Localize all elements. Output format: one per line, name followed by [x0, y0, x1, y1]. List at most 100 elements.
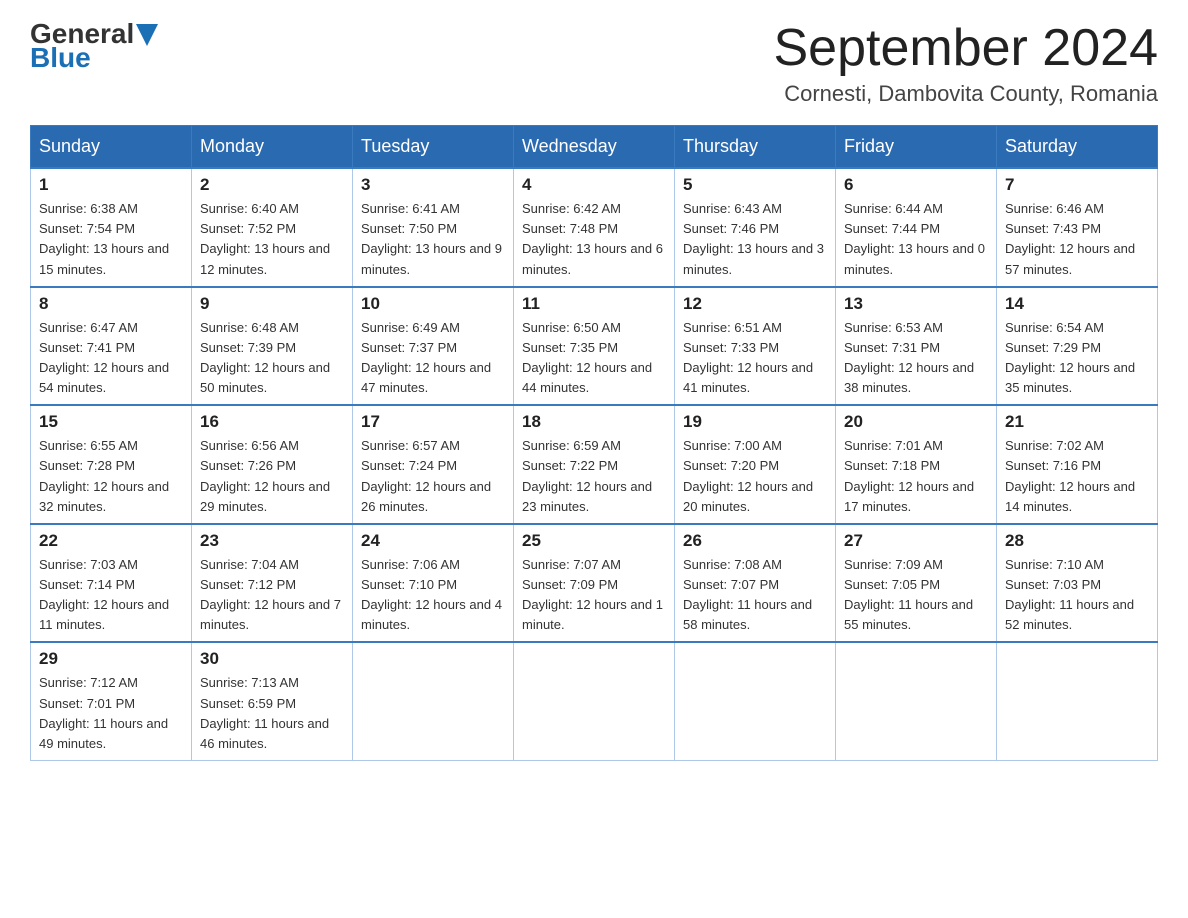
day-info: Sunrise: 6:47 AMSunset: 7:41 PMDaylight:…	[39, 318, 183, 399]
day-number: 5	[683, 175, 827, 195]
day-info: Sunrise: 7:04 AMSunset: 7:12 PMDaylight:…	[200, 555, 344, 636]
day-number: 16	[200, 412, 344, 432]
calendar-cell: 13 Sunrise: 6:53 AMSunset: 7:31 PMDayligh…	[836, 287, 997, 406]
calendar-cell: 1 Sunrise: 6:38 AMSunset: 7:54 PMDaylight…	[31, 168, 192, 287]
calendar-cell: 7 Sunrise: 6:46 AMSunset: 7:43 PMDaylight…	[997, 168, 1158, 287]
day-number: 24	[361, 531, 505, 551]
weekday-header-saturday: Saturday	[997, 126, 1158, 169]
week-row-5: 29 Sunrise: 7:12 AMSunset: 7:01 PMDayligh…	[31, 642, 1158, 760]
day-info: Sunrise: 6:51 AMSunset: 7:33 PMDaylight:…	[683, 318, 827, 399]
day-info: Sunrise: 7:03 AMSunset: 7:14 PMDaylight:…	[39, 555, 183, 636]
calendar-cell: 3Sunrise: 6:41 AMSunset: 7:50 PMDaylight…	[353, 168, 514, 287]
day-number: 19	[683, 412, 827, 432]
day-number: 13	[844, 294, 988, 314]
day-number: 29	[39, 649, 183, 669]
day-info: Sunrise: 6:53 AMSunset: 7:31 PMDaylight:…	[844, 318, 988, 399]
day-number: 18	[522, 412, 666, 432]
calendar-cell: 30 Sunrise: 7:13 AMSunset: 6:59 PMDayligh…	[192, 642, 353, 760]
calendar-cell: 28 Sunrise: 7:10 AMSunset: 7:03 PMDayligh…	[997, 524, 1158, 643]
day-number: 11	[522, 294, 666, 314]
calendar-cell	[353, 642, 514, 760]
day-number: 27	[844, 531, 988, 551]
day-info: Sunrise: 6:48 AMSunset: 7:39 PMDaylight:…	[200, 318, 344, 399]
day-number: 23	[200, 531, 344, 551]
day-number: 3	[361, 175, 505, 195]
day-info: Sunrise: 6:46 AMSunset: 7:43 PMDaylight:…	[1005, 199, 1149, 280]
day-number: 20	[844, 412, 988, 432]
day-info: Sunrise: 7:07 AMSunset: 7:09 PMDaylight:…	[522, 555, 666, 636]
calendar-cell: 12 Sunrise: 6:51 AMSunset: 7:33 PMDayligh…	[675, 287, 836, 406]
day-info: Sunrise: 6:49 AMSunset: 7:37 PMDaylight:…	[361, 318, 505, 399]
calendar-table: SundayMondayTuesdayWednesdayThursdayFrid…	[30, 125, 1158, 761]
week-row-4: 22 Sunrise: 7:03 AMSunset: 7:14 PMDayligh…	[31, 524, 1158, 643]
location-text: Cornesti, Dambovita County, Romania	[774, 81, 1159, 107]
calendar-cell: 14Sunrise: 6:54 AMSunset: 7:29 PMDayligh…	[997, 287, 1158, 406]
calendar-cell	[836, 642, 997, 760]
day-info: Sunrise: 6:38 AMSunset: 7:54 PMDaylight:…	[39, 199, 183, 280]
calendar-cell	[997, 642, 1158, 760]
week-row-1: 1 Sunrise: 6:38 AMSunset: 7:54 PMDaylight…	[31, 168, 1158, 287]
day-number: 7	[1005, 175, 1149, 195]
calendar-cell: 29 Sunrise: 7:12 AMSunset: 7:01 PMDayligh…	[31, 642, 192, 760]
calendar-cell: 21 Sunrise: 7:02 AMSunset: 7:16 PMDayligh…	[997, 405, 1158, 524]
weekday-header-wednesday: Wednesday	[514, 126, 675, 169]
day-info: Sunrise: 6:44 AMSunset: 7:44 PMDaylight:…	[844, 199, 988, 280]
month-title: September 2024	[774, 20, 1159, 77]
day-number: 8	[39, 294, 183, 314]
day-info: Sunrise: 7:08 AMSunset: 7:07 PMDaylight:…	[683, 555, 827, 636]
day-info: Sunrise: 7:06 AMSunset: 7:10 PMDaylight:…	[361, 555, 505, 636]
day-number: 15	[39, 412, 183, 432]
logo-blue-text: Blue	[30, 44, 91, 72]
day-number: 28	[1005, 531, 1149, 551]
day-number: 14	[1005, 294, 1149, 314]
logo: General Blue	[30, 20, 158, 72]
calendar-cell: 22 Sunrise: 7:03 AMSunset: 7:14 PMDayligh…	[31, 524, 192, 643]
day-number: 9	[200, 294, 344, 314]
calendar-cell: 11 Sunrise: 6:50 AMSunset: 7:35 PMDayligh…	[514, 287, 675, 406]
day-info: Sunrise: 6:40 AMSunset: 7:52 PMDaylight:…	[200, 199, 344, 280]
calendar-cell: 23 Sunrise: 7:04 AMSunset: 7:12 PMDayligh…	[192, 524, 353, 643]
calendar-cell: 8 Sunrise: 6:47 AMSunset: 7:41 PMDaylight…	[31, 287, 192, 406]
day-info: Sunrise: 7:02 AMSunset: 7:16 PMDaylight:…	[1005, 436, 1149, 517]
day-number: 17	[361, 412, 505, 432]
day-number: 25	[522, 531, 666, 551]
calendar-cell: 10 Sunrise: 6:49 AMSunset: 7:37 PMDayligh…	[353, 287, 514, 406]
week-row-3: 15 Sunrise: 6:55 AMSunset: 7:28 PMDayligh…	[31, 405, 1158, 524]
logo-triangle-icon	[136, 24, 158, 46]
calendar-cell	[514, 642, 675, 760]
day-number: 30	[200, 649, 344, 669]
day-info: Sunrise: 6:59 AMSunset: 7:22 PMDaylight:…	[522, 436, 666, 517]
calendar-cell: 5 Sunrise: 6:43 AMSunset: 7:46 PMDaylight…	[675, 168, 836, 287]
day-info: Sunrise: 6:55 AMSunset: 7:28 PMDaylight:…	[39, 436, 183, 517]
day-number: 10	[361, 294, 505, 314]
calendar-cell: 15 Sunrise: 6:55 AMSunset: 7:28 PMDayligh…	[31, 405, 192, 524]
day-info: Sunrise: 6:43 AMSunset: 7:46 PMDaylight:…	[683, 199, 827, 280]
day-info: Sunrise: 6:50 AMSunset: 7:35 PMDaylight:…	[522, 318, 666, 399]
calendar-cell: 9 Sunrise: 6:48 AMSunset: 7:39 PMDaylight…	[192, 287, 353, 406]
calendar-cell: 2 Sunrise: 6:40 AMSunset: 7:52 PMDaylight…	[192, 168, 353, 287]
day-number: 21	[1005, 412, 1149, 432]
day-number: 12	[683, 294, 827, 314]
calendar-cell: 27 Sunrise: 7:09 AMSunset: 7:05 PMDayligh…	[836, 524, 997, 643]
day-info: Sunrise: 7:12 AMSunset: 7:01 PMDaylight:…	[39, 673, 183, 754]
weekday-header-monday: Monday	[192, 126, 353, 169]
calendar-cell: 24 Sunrise: 7:06 AMSunset: 7:10 PMDayligh…	[353, 524, 514, 643]
title-block: September 2024 Cornesti, Dambovita Count…	[774, 20, 1159, 107]
day-number: 1	[39, 175, 183, 195]
day-number: 2	[200, 175, 344, 195]
calendar-cell: 17 Sunrise: 6:57 AMSunset: 7:24 PMDayligh…	[353, 405, 514, 524]
day-info: Sunrise: 6:42 AMSunset: 7:48 PMDaylight:…	[522, 199, 666, 280]
calendar-cell: 26Sunrise: 7:08 AMSunset: 7:07 PMDayligh…	[675, 524, 836, 643]
day-number: 22	[39, 531, 183, 551]
day-info: Sunrise: 7:13 AMSunset: 6:59 PMDaylight:…	[200, 673, 344, 754]
page-header: General Blue September 2024 Cornesti, Da…	[30, 20, 1158, 107]
weekday-header-row: SundayMondayTuesdayWednesdayThursdayFrid…	[31, 126, 1158, 169]
day-info: Sunrise: 6:57 AMSunset: 7:24 PMDaylight:…	[361, 436, 505, 517]
day-info: Sunrise: 7:09 AMSunset: 7:05 PMDaylight:…	[844, 555, 988, 636]
calendar-cell: 19Sunrise: 7:00 AMSunset: 7:20 PMDayligh…	[675, 405, 836, 524]
day-info: Sunrise: 6:56 AMSunset: 7:26 PMDaylight:…	[200, 436, 344, 517]
calendar-cell: 20Sunrise: 7:01 AMSunset: 7:18 PMDayligh…	[836, 405, 997, 524]
calendar-cell: 6Sunrise: 6:44 AMSunset: 7:44 PMDaylight…	[836, 168, 997, 287]
day-info: Sunrise: 7:10 AMSunset: 7:03 PMDaylight:…	[1005, 555, 1149, 636]
calendar-cell: 18 Sunrise: 6:59 AMSunset: 7:22 PMDayligh…	[514, 405, 675, 524]
